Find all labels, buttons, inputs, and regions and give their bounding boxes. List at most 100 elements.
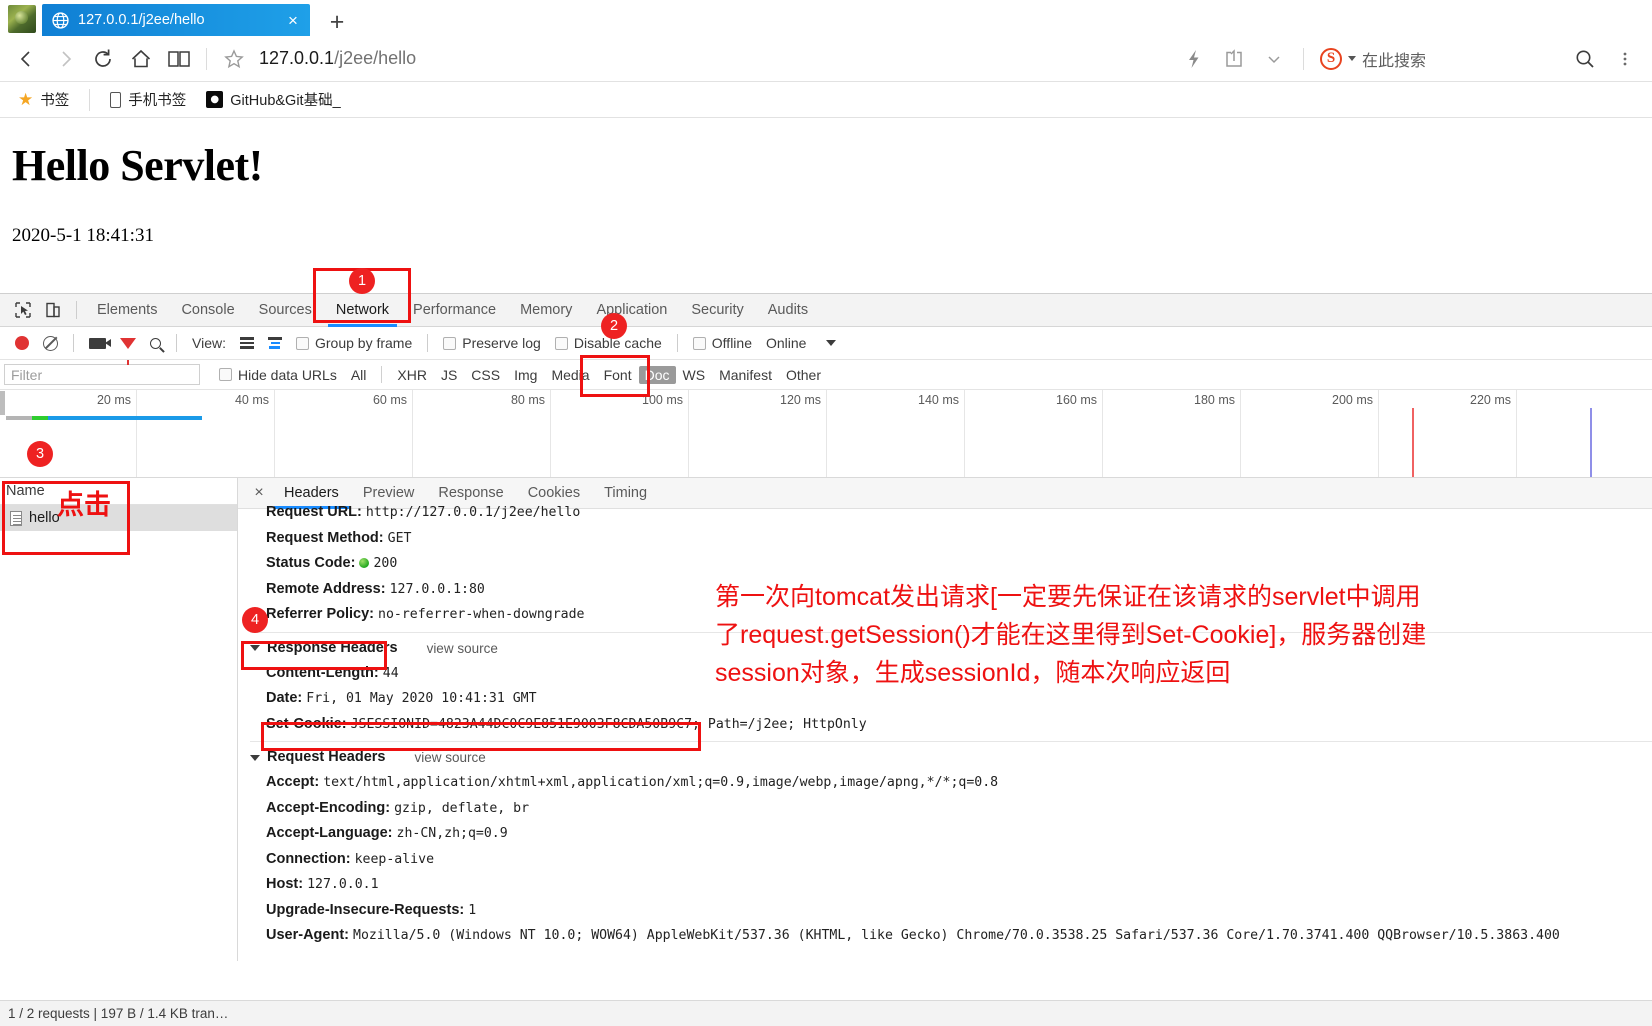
- hide-data-urls-checkbox[interactable]: Hide data URLs: [212, 367, 344, 383]
- table-row[interactable]: hello: [0, 505, 237, 531]
- reading-list-button[interactable]: [160, 40, 198, 78]
- timeline-tick-label: 100 ms: [642, 393, 683, 407]
- home-button[interactable]: [122, 40, 160, 78]
- tab-audits[interactable]: Audits: [756, 294, 820, 327]
- filter-toggle-button[interactable]: [113, 337, 143, 365]
- sogou-icon[interactable]: S: [1320, 47, 1342, 70]
- group-by-frame-checkbox[interactable]: Group by frame: [289, 335, 419, 351]
- request-list-header[interactable]: Name: [0, 478, 237, 505]
- filter-type-img[interactable]: Img: [507, 367, 544, 383]
- header-key: Accept-Language:: [266, 825, 393, 841]
- tab-security[interactable]: Security: [679, 294, 755, 327]
- header-key: Upgrade-Insecure-Requests:: [266, 901, 465, 918]
- headers-content[interactable]: Request URL: http://127.0.0.1/j2ee/hello…: [238, 500, 1652, 949]
- throttling-select[interactable]: Online: [759, 335, 843, 351]
- filter-type-js[interactable]: JS: [434, 367, 464, 383]
- load-event-marker: [1590, 408, 1592, 477]
- close-icon[interactable]: ×: [282, 12, 304, 29]
- request-bar-connect: [32, 416, 48, 420]
- tab-memory[interactable]: Memory: [508, 294, 584, 327]
- phone-icon: [110, 91, 122, 108]
- view-waterfall-button[interactable]: [261, 337, 289, 349]
- tab-performance[interactable]: Performance: [401, 294, 508, 327]
- timeline-left-grabber[interactable]: [0, 391, 5, 415]
- bookmark-item-github[interactable]: ● GitHub&Git基础_: [198, 86, 348, 113]
- url-host: 127.0.0.1: [259, 48, 335, 68]
- filter-type-media[interactable]: Media: [544, 367, 596, 383]
- back-button[interactable]: [8, 40, 46, 78]
- filter-type-all[interactable]: All: [344, 367, 374, 383]
- filter-type-manifest[interactable]: Manifest: [712, 367, 779, 383]
- divider: [381, 366, 383, 383]
- chevron-down-icon[interactable]: [1348, 56, 1356, 61]
- inspect-element-button[interactable]: [8, 297, 38, 323]
- filter-input[interactable]: Filter: [4, 364, 200, 385]
- filter-type-css[interactable]: CSS: [464, 367, 507, 383]
- detail-tab-label: Preview: [362, 485, 415, 501]
- reload-button[interactable]: [84, 40, 122, 78]
- forward-button[interactable]: [46, 40, 84, 78]
- menu-chevron-button[interactable]: [1255, 40, 1293, 78]
- header-row-host: Host: 127.0.0.1: [250, 872, 1652, 898]
- filter-type-ws[interactable]: WS: [676, 367, 713, 383]
- overflow-menu-button[interactable]: [1606, 40, 1644, 78]
- timeline-tick-label: 120 ms: [780, 393, 821, 407]
- profile-avatar[interactable]: [8, 5, 36, 33]
- share-button[interactable]: [1215, 40, 1253, 78]
- view-source-link[interactable]: view source: [414, 745, 485, 770]
- divider: [250, 741, 1652, 742]
- screenshot-button[interactable]: [82, 337, 113, 349]
- bookmark-item-shuqian[interactable]: ★ 书签: [10, 86, 77, 113]
- header-value: zh-CN,zh;q=0.9: [396, 826, 508, 841]
- search-button[interactable]: [143, 337, 168, 349]
- device-toolbar-button[interactable]: [38, 297, 68, 323]
- timeline-gridline: [964, 390, 965, 477]
- response-headers-title: Response Headers: [267, 639, 398, 656]
- header-key: Request Method:: [266, 529, 384, 546]
- header-row-accept-encoding: Accept-Encoding: gzip, deflate, br: [250, 796, 1652, 822]
- lightning-button[interactable]: [1175, 40, 1213, 78]
- bookmark-star-button[interactable]: [215, 40, 253, 78]
- timeline-gridline: [1240, 390, 1241, 477]
- bookmark-label: 书签: [40, 93, 70, 109]
- filter-type-xhr[interactable]: XHR: [390, 367, 434, 383]
- filter-type-other[interactable]: Other: [779, 367, 828, 383]
- view-list-button[interactable]: [233, 337, 261, 349]
- record-button[interactable]: [8, 336, 36, 350]
- view-source-link[interactable]: view source: [427, 636, 498, 661]
- bookmark-item-mobile[interactable]: 手机书签: [102, 86, 194, 113]
- request-headers-title: Request Headers: [267, 749, 386, 765]
- tab-elements[interactable]: Elements: [85, 294, 169, 327]
- filter-type-font[interactable]: Font: [597, 367, 639, 383]
- annotation-note-line-2: 了request.getSession()才能在这里得到Set-Cookie]，…: [715, 621, 1427, 649]
- search-bar[interactable]: S 在此搜索: [1314, 42, 1564, 76]
- offline-checkbox[interactable]: Offline: [686, 335, 759, 351]
- tab-sources[interactable]: Sources: [247, 294, 324, 327]
- filter-type-doc[interactable]: Doc: [638, 365, 676, 384]
- timeline-gridline: [274, 390, 275, 477]
- page-timestamp: 2020-5-1 18:41:31: [12, 225, 154, 246]
- search-input-placeholder[interactable]: 在此搜索: [1362, 47, 1426, 71]
- search-submit-button[interactable]: [1566, 40, 1604, 78]
- tab-console[interactable]: Console: [169, 294, 246, 327]
- new-tab-button[interactable]: +: [324, 10, 350, 35]
- star-icon: ★: [18, 90, 34, 109]
- request-headers-section-toggle[interactable]: Request Headers view source: [250, 745, 1652, 770]
- preserve-log-checkbox[interactable]: Preserve log: [436, 335, 548, 351]
- request-list-panel: Name hello: [0, 478, 238, 961]
- annotation-click-label: 点击: [57, 490, 111, 520]
- network-timeline-overview[interactable]: 20 ms 40 ms 60 ms 80 ms 100 ms 120 ms 14…: [0, 390, 1652, 478]
- timeline-tick-label: 60 ms: [372, 393, 407, 407]
- clear-button[interactable]: [36, 335, 65, 351]
- column-header-name: Name: [6, 483, 45, 499]
- address-bar[interactable]: 127.0.0.1/j2ee/hello: [253, 40, 1175, 78]
- timeline-gridline: [826, 390, 827, 477]
- tab-application[interactable]: Application: [584, 294, 679, 327]
- header-row-status-code: Status Code: 200: [250, 551, 1652, 577]
- bookmark-label: 手机书签: [128, 93, 187, 109]
- tab-title: 127.0.0.1/j2ee/hello: [78, 12, 205, 28]
- annotation-number-1: 1: [349, 268, 375, 294]
- reading-list-icon: [168, 50, 190, 67]
- tab-network[interactable]: Network: [324, 294, 401, 327]
- browser-tab[interactable]: 127.0.0.1/j2ee/hello ×: [42, 4, 310, 36]
